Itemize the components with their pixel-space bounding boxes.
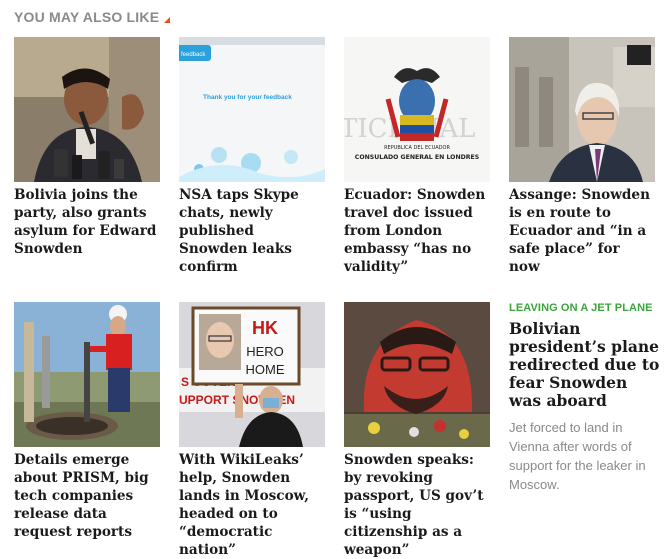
sign-consulate-text: CONSULADO GENERAL EN LONDRES bbox=[355, 154, 479, 161]
related-article-card[interactable]: Snowden speaks: by revoking passport, US… bbox=[344, 302, 490, 559]
assange-photo-icon[interactable] bbox=[509, 37, 655, 182]
sign-hero-text: HERO bbox=[246, 344, 284, 359]
section-header: YOU MAY ALSO LIKE bbox=[14, 8, 171, 26]
skype-feedback-tab: feedback bbox=[181, 52, 206, 58]
card-caption[interactable]: Details emerge about PRISM, big tech com… bbox=[14, 451, 160, 541]
related-article-card[interactable]: feedback Thank you for your feedback NSA… bbox=[179, 37, 325, 276]
related-article-card[interactable]: Assange: Snowden is en route to Ecuador … bbox=[509, 37, 655, 276]
hk-protest-photo-icon[interactable]: S GOVERN UPPORT SNOWDEN HK HERO HOME bbox=[179, 302, 325, 447]
skype-thank-you-text: Thank you for your feedback bbox=[203, 94, 292, 101]
ecuador-consulate-sign-icon[interactable]: TICIENAL REPUBLICA DEL ECUADOR CONSULADO… bbox=[344, 37, 490, 182]
featured-title[interactable]: Bolivian president’s plane redirected du… bbox=[509, 320, 661, 410]
sign-hk-text: HK bbox=[252, 318, 278, 338]
related-article-card[interactable]: TICIENAL REPUBLICA DEL ECUADOR CONSULADO… bbox=[344, 37, 490, 276]
related-article-card[interactable]: S GOVERN UPPORT SNOWDEN HK HERO HOME Wit… bbox=[179, 302, 325, 559]
sign-country-text: REPUBLICA DEL ECUADOR bbox=[384, 145, 450, 151]
card-caption[interactable]: Snowden speaks: by revoking passport, US… bbox=[344, 451, 490, 559]
card-caption[interactable]: With WikiLeaks’ help, Snowden lands in M… bbox=[179, 451, 325, 559]
featured-kicker: LEAVING ON A JET PLANE bbox=[509, 302, 653, 314]
corner-arrow-icon bbox=[164, 16, 171, 23]
card-caption[interactable]: Ecuador: Snowden travel doc issued from … bbox=[344, 186, 490, 276]
related-article-card[interactable]: Bolivia joins the party, also grants asy… bbox=[14, 37, 160, 258]
featured-description: Jet forced to land in Vienna after words… bbox=[509, 420, 646, 492]
skype-feedback-screenshot-icon[interactable]: feedback Thank you for your feedback bbox=[179, 37, 325, 182]
card-caption[interactable]: Assange: Snowden is en route to Ecuador … bbox=[509, 186, 655, 276]
card-caption[interactable]: NSA taps Skype chats, newly published Sn… bbox=[179, 186, 325, 276]
snowden-mural-photo-icon[interactable] bbox=[344, 302, 490, 447]
featured-article[interactable]: LEAVING ON A JET PLANE Bolivian presiden… bbox=[509, 302, 661, 494]
section-title: YOU MAY ALSO LIKE bbox=[14, 9, 160, 25]
related-article-card[interactable]: Details emerge about PRISM, big tech com… bbox=[14, 302, 160, 541]
card-caption[interactable]: Bolivia joins the party, also grants asy… bbox=[14, 186, 160, 258]
bolivia-president-photo-icon[interactable] bbox=[14, 37, 160, 182]
worker-pipe-photo-icon[interactable] bbox=[14, 302, 160, 447]
sign-home-text: HOME bbox=[246, 362, 285, 377]
